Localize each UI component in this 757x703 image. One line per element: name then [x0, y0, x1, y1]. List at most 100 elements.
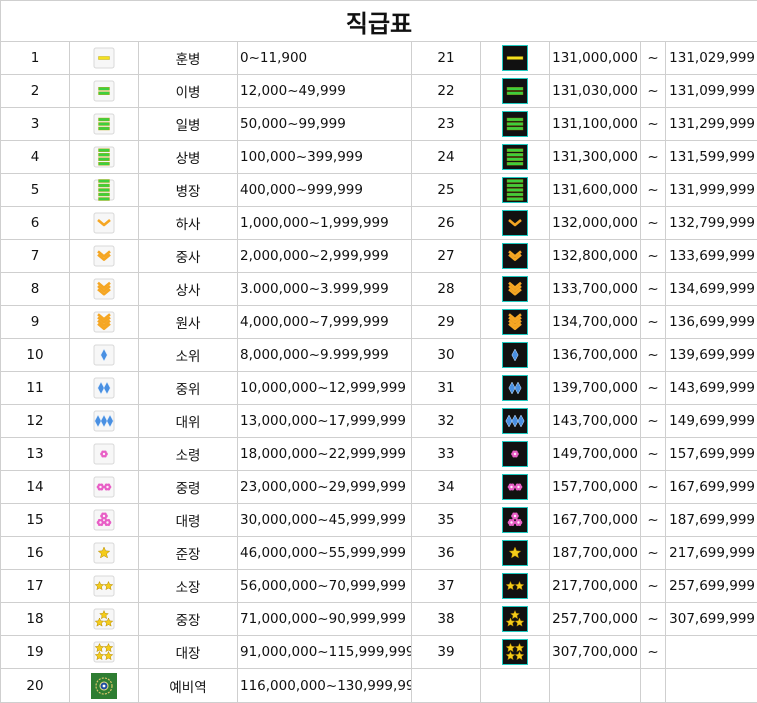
elite-badge-cell: [480, 536, 550, 570]
rank-badge-cell: [69, 437, 139, 471]
rank-range: 12,000~49,999: [237, 74, 412, 108]
rank-name: 일병: [138, 107, 238, 141]
elite-badge-cell: [480, 140, 550, 174]
dark-star-2-icon: [482, 573, 549, 599]
chevron-3-icon: [71, 278, 138, 300]
dark-star-4-icon: [482, 639, 549, 665]
range-separator: ~: [640, 635, 666, 669]
bar-2-icon: [71, 80, 138, 102]
star-2-icon: [71, 575, 138, 597]
table-row: 7 중사 2,000,000~2,999,999 27 132,800,000 …: [0, 239, 757, 273]
rank-badge-cell: [69, 272, 139, 306]
rank-range: 0~11,900: [237, 41, 412, 75]
elite-rank-number: 21: [411, 41, 481, 75]
table-row: 11 중위 10,000,000~12,999,999 31 139,700,0…: [0, 371, 757, 405]
elite-rank-number: 39: [411, 635, 481, 669]
rank-badge-cell: [69, 107, 139, 141]
rank-number: 2: [0, 74, 70, 108]
elite-rank-number: 27: [411, 239, 481, 273]
rank-range: 2,000,000~2,999,999: [237, 239, 412, 273]
elite-badge-cell: [480, 239, 550, 273]
elite-rank-number: 37: [411, 569, 481, 603]
range-separator: ~: [640, 536, 666, 570]
rank-badge-cell: [69, 305, 139, 339]
star-3-icon: [71, 608, 138, 630]
bar-4-icon: [71, 146, 138, 168]
elite-range-max: 134,699,999: [664, 272, 757, 306]
rank-number: 9: [0, 305, 70, 339]
rank-number: 19: [0, 635, 70, 669]
rank-name: 병장: [138, 173, 238, 207]
elite-range-max: 143,699,999: [664, 371, 757, 405]
empty-cell: [480, 668, 550, 703]
rank-range: 71,000,000~90,999,999: [237, 602, 412, 636]
rank-badge-cell: [69, 41, 139, 75]
rank-name: 대령: [138, 503, 238, 537]
rank-number: 11: [0, 371, 70, 405]
rank-number: 12: [0, 404, 70, 438]
rank-name: 상사: [138, 272, 238, 306]
elite-range-max: 257,699,999: [664, 569, 757, 603]
dark-chevron-2-icon: [482, 243, 549, 269]
elite-range-max: 131,999,999: [664, 173, 757, 207]
table-row: 18 중장 71,000,000~90,999,999 38 257,700,0…: [0, 602, 757, 636]
rank-number: 4: [0, 140, 70, 174]
range-separator: ~: [640, 602, 666, 636]
rank-range: 1,000,000~1,999,999: [237, 206, 412, 240]
rank-number: 18: [0, 602, 70, 636]
table-row: 3 일병 50,000~99,999 23 131,100,000 ~ 131,…: [0, 107, 757, 141]
rank-range: 91,000,000~115,999,999: [237, 635, 412, 669]
chevron-1-icon: [71, 212, 138, 234]
rank-range: 100,000~399,999: [237, 140, 412, 174]
table-row: 10 소위 8,000,000~9.999,999 30 136,700,000…: [0, 338, 757, 372]
elite-badge-cell: [480, 371, 550, 405]
range-separator: ~: [640, 470, 666, 504]
table-row: 4 상병 100,000~399,999 24 131,300,000 ~ 13…: [0, 140, 757, 174]
rank-range: 46,000,000~55,999,999: [237, 536, 412, 570]
rank-name: 예비역: [138, 668, 238, 703]
table-row: 15 대령 30,000,000~45,999,999 35 167,700,0…: [0, 503, 757, 537]
elite-badge-cell: [480, 305, 550, 339]
range-separator: ~: [640, 173, 666, 207]
rank-badge-cell: [69, 239, 139, 273]
dark-star-3-icon: [482, 606, 549, 632]
elite-rank-number: 31: [411, 371, 481, 405]
elite-badge-cell: [480, 173, 550, 207]
empty-cell: [549, 668, 641, 703]
rank-badge-cell: [69, 338, 139, 372]
elite-range-min: 217,700,000: [549, 569, 641, 603]
elite-badge-cell: [480, 470, 550, 504]
rank-badge-cell: [69, 536, 139, 570]
elite-range-min: 134,700,000: [549, 305, 641, 339]
elite-range-max: 217,699,999: [664, 536, 757, 570]
diamond-3-icon: [71, 410, 138, 432]
star-4-icon: [71, 641, 138, 663]
rank-range: 30,000,000~45,999,999: [237, 503, 412, 537]
elite-badge-cell: [480, 206, 550, 240]
dark-flower-2-icon: [482, 474, 549, 500]
rank-badge-cell: [69, 140, 139, 174]
rank-number: 8: [0, 272, 70, 306]
dark-bar-4-icon: [482, 144, 549, 170]
range-separator: ~: [640, 239, 666, 273]
rank-number: 10: [0, 338, 70, 372]
rank-range: 23,000,000~29,999,999: [237, 470, 412, 504]
rank-number: 17: [0, 569, 70, 603]
dark-diamond-3-icon: [482, 408, 549, 434]
table-row: 5 병장 400,000~999,999 25 131,600,000 ~ 13…: [0, 173, 757, 207]
empty-cell: [411, 668, 481, 703]
dark-star-1-icon: [482, 540, 549, 566]
rank-number: 3: [0, 107, 70, 141]
elite-rank-number: 26: [411, 206, 481, 240]
elite-range-min: 131,100,000: [549, 107, 641, 141]
rank-range: 50,000~99,999: [237, 107, 412, 141]
rank-name: 하사: [138, 206, 238, 240]
dark-bar-2-icon: [482, 78, 549, 104]
dark-flower-1-icon: [482, 441, 549, 467]
rank-number: 13: [0, 437, 70, 471]
empty-cell: [664, 668, 757, 703]
range-separator: ~: [640, 437, 666, 471]
rank-number: 1: [0, 41, 70, 75]
rank-name: 소위: [138, 338, 238, 372]
table-row: 6 하사 1,000,000~1,999,999 26 132,000,000 …: [0, 206, 757, 240]
